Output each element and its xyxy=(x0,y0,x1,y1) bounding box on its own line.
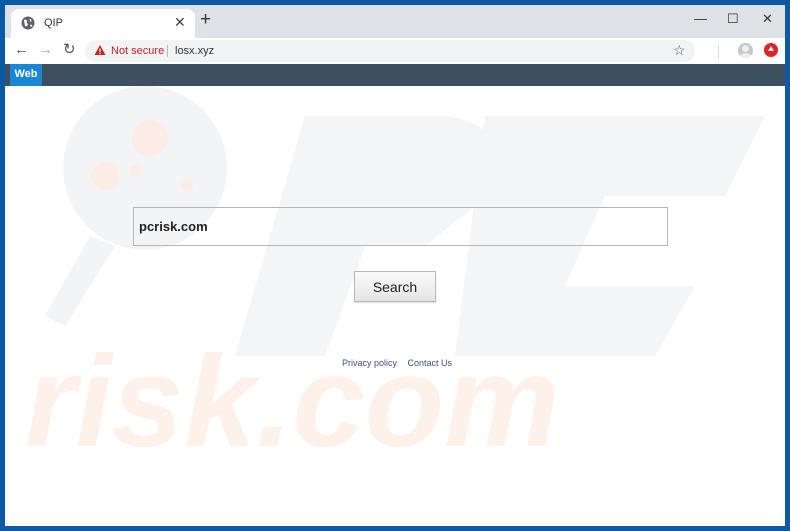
tab-web[interactable]: Web xyxy=(10,64,42,86)
extension-icon[interactable] xyxy=(764,43,778,57)
contact-us-link[interactable]: Contact Us xyxy=(408,358,453,368)
address-bar[interactable]: Not secure losx.xyz ☆ xyxy=(85,40,695,62)
browser-tab[interactable]: QIP ✕ xyxy=(11,9,195,38)
search-button[interactable]: Search xyxy=(354,271,436,302)
back-button[interactable]: ← xyxy=(14,42,29,58)
url-text[interactable]: losx.xyz xyxy=(175,45,214,57)
minimize-button[interactable]: — xyxy=(694,11,707,26)
profile-avatar-icon[interactable] xyxy=(738,43,753,58)
forward-button[interactable]: → xyxy=(38,42,53,58)
page-nav-bar: Web xyxy=(5,64,785,86)
warning-icon xyxy=(94,45,106,55)
reload-button[interactable]: ↻ xyxy=(63,42,76,58)
search-input[interactable] xyxy=(133,207,668,246)
globe-icon xyxy=(21,16,35,30)
browser-toolbar: ← → ↻ Not secure losx.xyz ☆ xyxy=(5,38,785,64)
tab-strip: QIP ✕ + — ☐ ✕ xyxy=(5,5,785,38)
toolbar-divider xyxy=(718,45,719,59)
omnibox-separator xyxy=(167,45,168,57)
privacy-policy-link[interactable]: Privacy policy xyxy=(342,358,397,368)
not-secure-label[interactable]: Not secure xyxy=(111,45,164,57)
page-content: risk.com Search Privacy policy Contact U… xyxy=(5,86,785,526)
pcrisk-watermark: risk.com xyxy=(25,86,765,474)
browser-window: QIP ✕ + — ☐ ✕ ← → ↻ Not secure losx.xyz … xyxy=(5,5,785,526)
tab-title: QIP xyxy=(44,17,63,29)
footer-links: Privacy policy Contact Us xyxy=(342,358,460,368)
watermark-text: risk.com xyxy=(25,328,560,474)
maximize-button[interactable]: ☐ xyxy=(727,11,739,27)
bookmark-star-icon[interactable]: ☆ xyxy=(673,42,686,59)
new-tab-button[interactable]: + xyxy=(200,10,211,30)
tab-close-icon[interactable]: ✕ xyxy=(174,14,186,31)
close-window-button[interactable]: ✕ xyxy=(762,11,773,27)
